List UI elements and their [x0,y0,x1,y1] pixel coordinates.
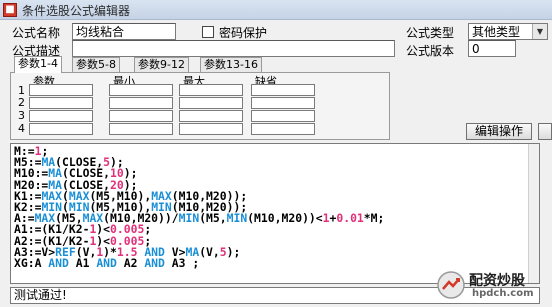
param-default-cell[interactable] [251,97,315,109]
editor-scrollbar[interactable] [528,144,539,283]
code-token: AND [48,255,69,270]
chevron-down-icon[interactable]: ▼ [532,24,547,39]
code-token: 0.01 [336,211,364,226]
formula-name-input[interactable]: 均线粘合 [72,23,176,40]
code-token: XG:A [14,255,49,270]
row-number: 3 [18,109,25,122]
watermark-site: hpdch.com [472,288,534,299]
param-name-cell[interactable] [29,84,93,96]
param-min-cell[interactable] [109,97,173,109]
title-bar[interactable]: ■ 条件选股公式编辑器 [0,0,552,20]
param-name-cell[interactable] [29,97,93,109]
next-button[interactable] [538,123,552,140]
param-default-cell[interactable] [251,84,315,96]
formula-type-label: 公式类型 [406,26,455,40]
password-protect-checkbox[interactable] [202,26,214,38]
code-token: ); [226,244,241,259]
code-token: A2 [116,255,145,270]
param-default-cell[interactable] [251,110,315,122]
param-max-cell[interactable] [179,84,243,96]
row-number: 4 [18,122,25,135]
formula-editor-window: ■ 条件选股公式编辑器 公式名称 均线粘合 密码保护 公式类型 其他类型 ▼ 公… [0,0,552,307]
code-token: 5 [219,244,227,259]
code-token: MIN [226,211,248,226]
param-max-cell[interactable] [179,123,243,135]
param-max-cell[interactable] [179,97,243,109]
formula-type-select[interactable]: 其他类型 ▼ [468,23,548,40]
tab-params-13-16[interactable]: 参数13-16 [200,57,262,73]
watermark-brand: 配资炒股 [469,273,525,289]
edit-operation-button[interactable]: 编辑操作 [466,123,532,140]
watermark-logo-icon [437,271,465,299]
code-token: MIN [178,211,200,226]
code-token: (V, [199,244,220,259]
code-token: 1 [322,211,330,226]
app-icon: ■ [3,3,17,17]
code-token: AND [144,255,165,270]
formula-type-value: 其他类型 [472,25,521,39]
code-token: (M10,M20))< [247,211,323,226]
formula-version-label: 公式版本 [406,44,455,58]
code-token: AND [96,255,117,270]
param-name-cell[interactable] [29,110,93,122]
tab-params-1-4[interactable]: 参数1-4 [14,56,62,73]
param-min-cell[interactable] [109,123,173,135]
tab-params-5-8[interactable]: 参数5-8 [72,57,120,73]
param-min-cell[interactable] [109,110,173,122]
code-token: *M; [363,211,385,226]
formula-desc-input[interactable] [72,40,395,57]
watermark: 配资炒股 hpdch.com [436,268,552,306]
formula-version-input[interactable]: 0 [468,40,516,57]
tab-params-9-12[interactable]: 参数9-12 [134,57,189,73]
param-default-cell[interactable] [251,123,315,135]
password-protect-label: 密码保护 [219,26,268,40]
formula-code-editor[interactable]: M:=1; M5:=MA(CLOSE,5); M10:=MA(CLOSE,10); M… [10,143,540,284]
params-panel: 参数 最小 最大 缺省 1 2 3 4 [10,72,390,140]
code-token: A3 ; [164,255,200,270]
param-name-cell[interactable] [29,123,93,135]
param-max-cell[interactable] [179,110,243,122]
code-token: (M5, [199,211,227,226]
code-token: A1 [68,255,97,270]
window-title: 条件选股公式编辑器 [22,4,131,18]
row-number: 2 [18,96,25,109]
param-min-cell[interactable] [109,84,173,96]
formula-name-label: 公式名称 [12,26,61,40]
